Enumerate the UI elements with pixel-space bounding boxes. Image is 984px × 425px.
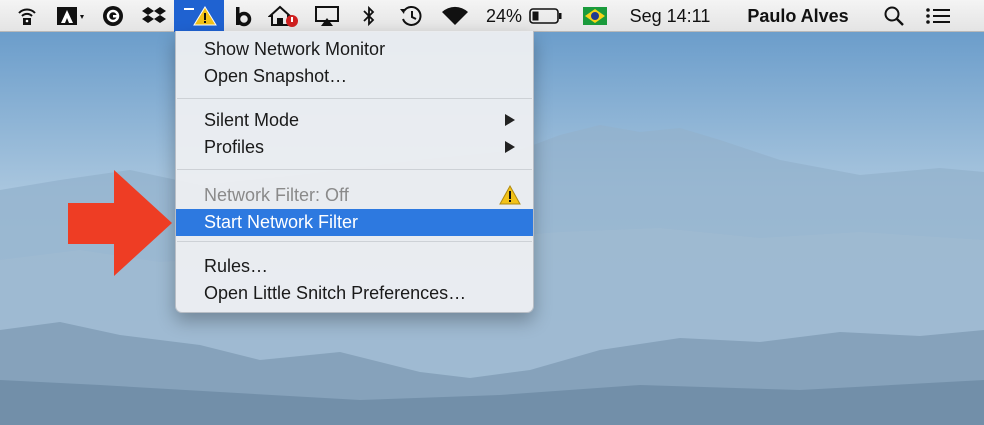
menu-bar: 24% Seg 14:11 Paulo Alves [0, 0, 984, 32]
airplay-icon[interactable] [312, 0, 342, 32]
menu-item-network-filter-status: Network Filter: Off [176, 182, 533, 209]
menu-separator [177, 241, 532, 242]
menu-item-profiles[interactable]: Profiles [176, 134, 533, 161]
menu-item-show-network-monitor[interactable]: Show Network Monitor [176, 36, 533, 63]
battery-icon[interactable] [528, 0, 564, 32]
menu-item-profiles-label: Profiles [204, 137, 265, 157]
time-machine-icon[interactable] [396, 0, 426, 32]
home-cloud-icon[interactable] [266, 0, 302, 32]
menu-item-rules[interactable]: Rules… [176, 253, 533, 280]
menu-separator [177, 169, 532, 170]
menu-item-open-snapshot[interactable]: Open Snapshot… [176, 63, 533, 90]
menu-item-start-network-filter[interactable]: Start Network Filter [176, 209, 533, 236]
user-name[interactable]: Paulo Alves [738, 0, 858, 32]
menu-item-silent-mode[interactable]: Silent Mode [176, 107, 533, 134]
circle-g-icon[interactable] [100, 0, 126, 32]
wifi-lock-icon[interactable] [14, 0, 40, 32]
b-icon[interactable] [230, 0, 256, 32]
brazil-flag-icon[interactable] [582, 0, 608, 32]
dropbox-icon[interactable] [140, 0, 168, 32]
little-snitch-menu: Show Network Monitor Open Snapshot… Sile… [175, 31, 534, 313]
search-icon[interactable] [880, 0, 908, 32]
little-snitch-warning-icon[interactable] [174, 0, 224, 32]
battery-percent[interactable]: 24% [482, 0, 526, 32]
submenu-arrow-icon [505, 141, 515, 153]
menu-separator [177, 98, 532, 99]
menu-item-open-preferences[interactable]: Open Little Snitch Preferences… [176, 280, 533, 307]
menu-item-silent-mode-label: Silent Mode [204, 110, 300, 130]
red-arrow-icon [68, 170, 172, 276]
notification-center-icon[interactable] [922, 0, 954, 32]
bluetooth-icon[interactable] [358, 0, 380, 32]
wifi-icon[interactable] [440, 0, 470, 32]
network-filter-status-label: Network Filter: Off [204, 185, 349, 205]
adobe-icon[interactable] [54, 0, 88, 32]
menubar-clock[interactable]: Seg 14:11 [620, 0, 720, 32]
submenu-arrow-icon [505, 114, 515, 126]
